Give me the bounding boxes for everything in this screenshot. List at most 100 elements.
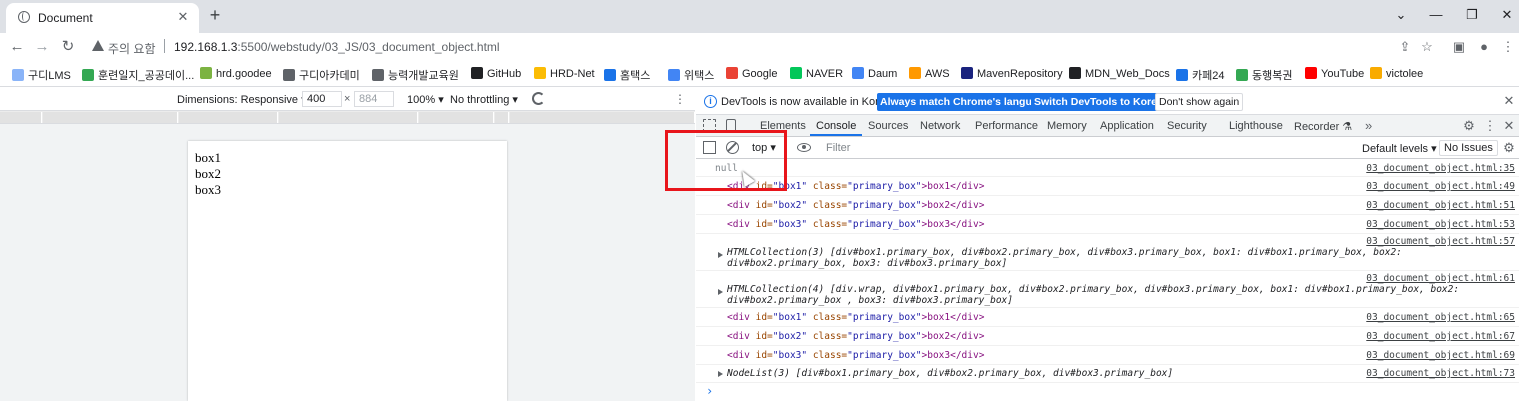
close-window-button[interactable]: ✕ [1497, 6, 1517, 26]
tab-performance[interactable]: Performance [975, 120, 1038, 132]
rotate-icon[interactable] [532, 92, 545, 105]
bookmark-item[interactable]: 위택스 [668, 67, 714, 82]
element-output[interactable]: <div id="box2" class="primary_box">box2<… [727, 331, 984, 342]
width-input[interactable] [302, 91, 342, 107]
reload-button[interactable]: ↻ [57, 36, 79, 58]
log-levels-select[interactable]: Default levels ▾ [1362, 142, 1437, 155]
source-link[interactable]: 03_document_object.html:35 [1366, 163, 1515, 174]
dimensions-select[interactable]: Dimensions: Responsive ▾ [177, 93, 307, 106]
source-link[interactable]: 03_document_object.html:65 [1366, 312, 1515, 323]
tab-recorder[interactable]: Recorder ⚗ [1294, 120, 1352, 133]
tab-lighthouse[interactable]: Lighthouse [1229, 120, 1283, 132]
console-prompt-line[interactable]: › [696, 383, 1519, 401]
devtools-more-icon[interactable]: ⋮ [1483, 118, 1497, 134]
element-output[interactable]: <div id="box3" class="primary_box">box3<… [727, 219, 984, 230]
ruler-segment[interactable] [495, 112, 509, 123]
device-more-icon[interactable]: ⋮ [674, 92, 686, 106]
bookmark-item[interactable]: 홈택스 [604, 67, 650, 82]
bookmark-item[interactable]: HRD-Net [534, 67, 595, 81]
tab-network[interactable]: Network [920, 120, 960, 132]
devtools-close-icon[interactable]: ✕ [1502, 118, 1516, 134]
ruler-segment[interactable] [510, 112, 695, 123]
source-link[interactable]: 03_document_object.html:67 [1366, 331, 1515, 342]
url-text[interactable]: 192.168.1.3:5500/webstudy/03_JS/03_docum… [174, 40, 500, 54]
nodelist-output[interactable]: NodeList(3) [div#box1.primary_box, div#b… [727, 368, 1173, 379]
infobar-close-icon[interactable]: ✕ [1502, 93, 1516, 109]
tag-close: >box3</div> [921, 350, 985, 361]
active-tab-indicator [810, 134, 862, 136]
bookmark-item[interactable]: 카페24 [1176, 67, 1224, 82]
browser-menu-icon[interactable]: ⋮ [1499, 38, 1517, 56]
source-link[interactable]: 03_document_object.html:61 [1366, 273, 1515, 284]
bookmark-item[interactable]: NAVER [790, 67, 843, 81]
bookmark-item[interactable]: YouTube [1305, 67, 1364, 81]
tab-close-icon[interactable]: ✕ [175, 9, 191, 25]
console-settings-icon[interactable]: ⚙ [1502, 140, 1516, 156]
bookmark-item[interactable]: Google [726, 67, 777, 81]
bookmark-item[interactable]: 훈련일지_공공데이... [82, 67, 194, 82]
devtools-settings-icon[interactable]: ⚙ [1462, 118, 1476, 134]
bookmark-item[interactable]: GitHub [471, 67, 521, 81]
ruler-segment[interactable] [43, 112, 178, 123]
warning-icon[interactable] [92, 40, 104, 51]
attr-value: "box2" [772, 200, 808, 211]
element-output[interactable]: <div id="box3" class="primary_box">box3<… [727, 350, 984, 361]
browser-tab[interactable]: Document ✕ [6, 3, 199, 33]
side-panel-icon[interactable]: ▣ [1450, 38, 1468, 56]
bookmark-item[interactable]: MDN_Web_Docs [1069, 67, 1170, 81]
source-link[interactable]: 03_document_object.html:73 [1366, 368, 1515, 379]
tab-search-icon[interactable]: ⌄ [1391, 6, 1411, 26]
back-button[interactable]: ← [6, 36, 28, 58]
bookmark-item[interactable]: victolee [1370, 67, 1423, 81]
source-link[interactable]: 03_document_object.html:53 [1366, 219, 1515, 230]
issues-button[interactable]: No Issues [1439, 140, 1498, 156]
new-tab-button[interactable]: + [205, 5, 225, 25]
restore-button[interactable]: ❐ [1462, 6, 1482, 26]
security-label[interactable]: 주의 요함 [108, 40, 156, 57]
always-match-language-button[interactable]: Always match Chrome's language [877, 93, 1053, 111]
ruler-segment[interactable] [279, 112, 418, 123]
dont-show-again-button[interactable]: Don't show again [1155, 93, 1244, 111]
bookmark-item[interactable]: 동행복권 [1236, 67, 1292, 82]
bookmark-item[interactable]: Daum [852, 67, 897, 81]
ruler-segment[interactable] [179, 112, 278, 123]
switch-to-korean-button[interactable]: Switch DevTools to Korean [1031, 93, 1173, 111]
address-bar[interactable]: 주의 요함 192.168.1.3:5500/webstudy/03_JS/03… [84, 35, 1446, 59]
bookmark-item[interactable]: MavenRepository [961, 67, 1063, 81]
element-output[interactable]: <div id="box2" class="primary_box">box2<… [727, 200, 984, 211]
element-output[interactable]: <div id="box1" class="primary_box">box1<… [727, 312, 984, 323]
zoom-select[interactable]: 100% ▾ [407, 93, 444, 106]
more-tabs-icon[interactable]: » [1365, 118, 1372, 133]
tab-sources[interactable]: Sources [868, 120, 908, 132]
bookmark-item[interactable]: 구디LMS [12, 67, 71, 82]
bookmark-item[interactable]: 구디아카데미 [283, 67, 360, 82]
bookmark-item[interactable]: AWS [909, 67, 950, 81]
forward-button[interactable]: → [31, 36, 53, 58]
bookmark-item[interactable]: hrd.goodee [200, 67, 272, 81]
bookmark-star-icon[interactable]: ☆ [1418, 38, 1436, 56]
collection-output[interactable]: HTMLCollection(3) [div#box1.primary_box,… [727, 247, 1517, 269]
bookmark-item[interactable]: 능력개발교육원 [372, 67, 459, 82]
expand-triangle-icon[interactable] [718, 371, 723, 377]
source-link[interactable]: 03_document_object.html:57 [1366, 236, 1515, 247]
expand-triangle-icon[interactable] [718, 289, 723, 295]
eye-icon[interactable] [797, 143, 811, 152]
share-icon[interactable]: ⇪ [1396, 38, 1414, 56]
source-link[interactable]: 03_document_object.html:69 [1366, 350, 1515, 361]
tab-security[interactable]: Security [1167, 120, 1207, 132]
expand-triangle-icon[interactable] [718, 252, 723, 258]
console-filter-input[interactable] [823, 140, 1353, 156]
throttling-select[interactable]: No throttling ▾ [450, 93, 518, 106]
height-input[interactable] [354, 91, 394, 107]
tab-memory[interactable]: Memory [1047, 120, 1087, 132]
ruler-segment[interactable] [419, 112, 494, 123]
tab-application[interactable]: Application [1100, 120, 1154, 132]
source-link[interactable]: 03_document_object.html:51 [1366, 200, 1515, 211]
collection-output[interactable]: HTMLCollection(4) [div.wrap, div#box1.pr… [727, 284, 1517, 306]
tab-console[interactable]: Console [816, 120, 856, 132]
source-link[interactable]: 03_document_object.html:49 [1366, 181, 1515, 192]
media-query-ruler[interactable] [0, 110, 695, 124]
ruler-segment[interactable] [0, 112, 42, 123]
minimize-button[interactable]: — [1426, 6, 1446, 26]
profile-avatar[interactable]: ● [1475, 38, 1493, 56]
